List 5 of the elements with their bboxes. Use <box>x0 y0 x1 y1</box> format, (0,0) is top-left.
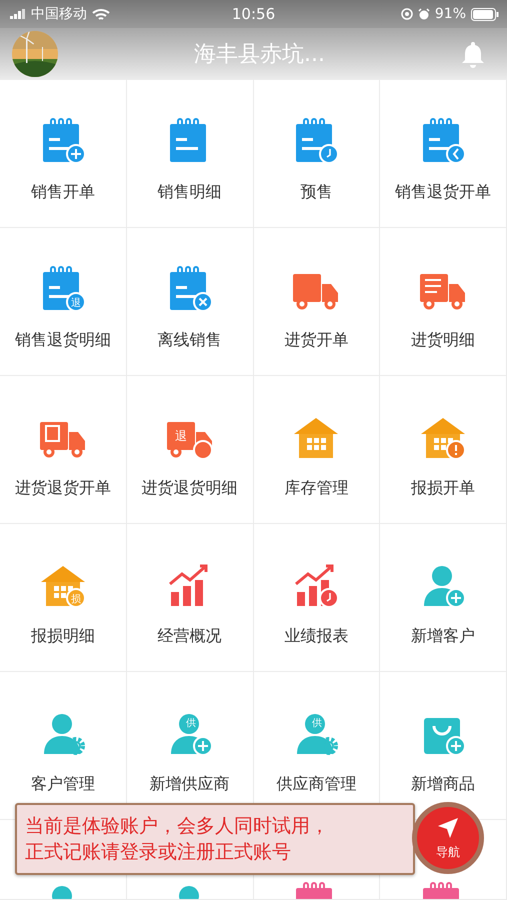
battery-percent: 91% <box>434 6 466 22</box>
clock-time: 10:56 <box>232 5 276 23</box>
notice-text: 正式记账请登录或注册正式账号 <box>25 840 292 865</box>
carrier-name: 中国移动 <box>31 5 87 23</box>
page-title: 海丰县赤坑... <box>194 41 325 69</box>
